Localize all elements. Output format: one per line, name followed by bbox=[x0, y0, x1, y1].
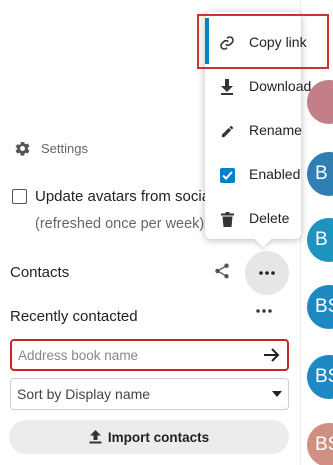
contact-avatar[interactable]: BS bbox=[307, 285, 333, 329]
contacts-addressbook-label: Contacts bbox=[10, 264, 70, 281]
import-contacts-button[interactable]: Import contacts bbox=[9, 420, 289, 454]
more-dots-icon bbox=[256, 309, 272, 313]
menu-item-label: Download bbox=[249, 78, 312, 94]
settings-label: Settings bbox=[41, 141, 88, 156]
menu-item-label: Enabled bbox=[249, 166, 301, 182]
menu-item-label: Rename bbox=[249, 122, 302, 138]
menu-item-rename[interactable]: Rename bbox=[205, 109, 302, 153]
pencil-icon bbox=[219, 123, 235, 139]
contact-avatar[interactable]: B bbox=[307, 152, 333, 196]
contact-avatar[interactable]: B bbox=[307, 218, 333, 262]
address-book-name-input[interactable]: Address book name bbox=[10, 339, 289, 371]
caret-down-icon bbox=[272, 391, 282, 397]
more-actions-button[interactable] bbox=[245, 251, 289, 295]
recently-more-button[interactable] bbox=[256, 309, 272, 313]
sort-select[interactable]: Sort by Display name bbox=[10, 378, 289, 410]
contact-avatar[interactable]: BS bbox=[307, 423, 333, 465]
trash-icon bbox=[219, 211, 235, 227]
update-avatars-sublabel: (refreshed once per week) bbox=[35, 216, 205, 232]
import-contacts-label: Import contacts bbox=[107, 429, 210, 445]
menu-item-enabled[interactable]: Enabled bbox=[205, 153, 301, 197]
upload-icon bbox=[89, 430, 102, 444]
gear-icon bbox=[14, 140, 31, 157]
update-avatars-label: Update avatars from social bbox=[35, 188, 214, 205]
settings-header[interactable]: Settings bbox=[14, 140, 88, 157]
update-avatars-checkbox[interactable] bbox=[12, 189, 27, 204]
contact-list-column: B B BS BS BS bbox=[300, 0, 333, 465]
sort-selected-value: Sort by Display name bbox=[17, 386, 151, 402]
download-icon bbox=[219, 79, 235, 95]
address-book-placeholder: Address book name bbox=[18, 347, 139, 363]
checkbox-checked-icon[interactable] bbox=[219, 167, 235, 183]
more-dots-icon bbox=[259, 271, 275, 275]
update-avatars-option[interactable]: Update avatars from social bbox=[12, 188, 213, 205]
menu-item-download[interactable]: Download bbox=[205, 65, 311, 109]
menu-item-label: Delete bbox=[249, 210, 290, 226]
submit-arrow-icon[interactable] bbox=[263, 347, 281, 363]
contact-avatar[interactable]: BS bbox=[307, 355, 333, 399]
share-icon[interactable] bbox=[213, 262, 231, 280]
highlight-box bbox=[197, 14, 329, 69]
recently-contacted-label: Recently contacted bbox=[10, 308, 138, 325]
menu-item-delete[interactable]: Delete bbox=[205, 197, 301, 241]
